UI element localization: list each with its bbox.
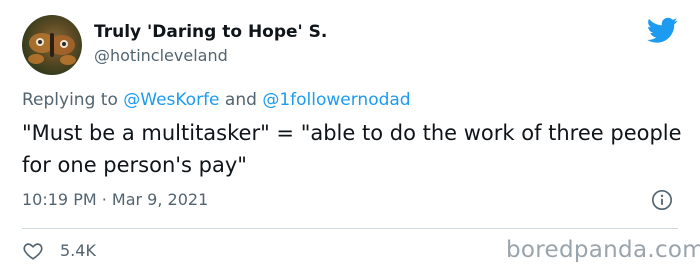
- reply-prefix: Replying to: [22, 90, 124, 110]
- reply-context: Replying to @WesKorfe and @1followernoda…: [22, 90, 411, 110]
- info-icon[interactable]: [651, 189, 673, 211]
- divider: [22, 228, 678, 229]
- mention-link-2[interactable]: @1followernodad: [262, 90, 410, 110]
- watermark: boredpanda.com: [506, 237, 700, 263]
- author-display-name[interactable]: Truly 'Daring to Hope' S.: [94, 22, 327, 42]
- reply-conjunction: and: [219, 90, 263, 110]
- avatar[interactable]: [22, 15, 82, 75]
- twitter-bird-icon[interactable]: [647, 17, 678, 44]
- heart-icon[interactable]: [22, 240, 44, 262]
- tweet-timestamp[interactable]: 10:19 PM · Mar 9, 2021: [22, 190, 208, 209]
- mention-link-1[interactable]: @WesKorfe: [123, 90, 219, 110]
- like-count[interactable]: 5.4K: [60, 241, 96, 260]
- tweet-text: "Must be a multitasker" = "able to do th…: [22, 121, 682, 177]
- author-handle[interactable]: @hotincleveland: [94, 46, 228, 65]
- avatar-image: [28, 33, 76, 65]
